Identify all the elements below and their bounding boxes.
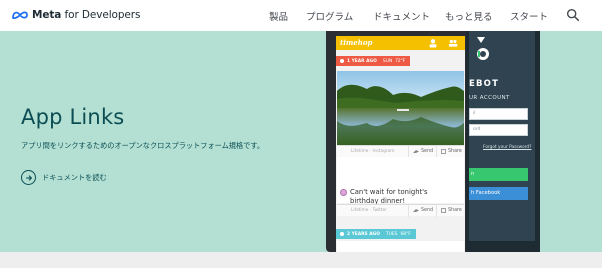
date-tag-age: 1 YEAR AGO bbox=[347, 58, 377, 64]
date-tag-1-year: 1 YEAR AGO SUN 72°F bbox=[336, 56, 411, 66]
read-docs-link[interactable]: ドキュメントを読む bbox=[21, 170, 107, 185]
page-title: App Links bbox=[21, 105, 125, 129]
phone-mockup-timehop: timehop 1 YEAR AGO SUN 72°F Lifetime · I… bbox=[326, 31, 475, 252]
share-button[interactable]: Share bbox=[436, 145, 464, 158]
facebook-login-button[interactable]: h Facebook bbox=[469, 187, 528, 200]
share-button[interactable]: Share bbox=[436, 204, 464, 217]
login-heading: UR ACCOUNT bbox=[469, 95, 510, 101]
bottom-band bbox=[0, 252, 602, 268]
date-tag-day: TUES bbox=[385, 231, 398, 237]
avatar bbox=[340, 189, 347, 196]
login-button[interactable]: n bbox=[469, 168, 528, 181]
send-button[interactable]: Send bbox=[408, 204, 436, 217]
login-app-title: EBOT bbox=[469, 79, 500, 89]
nav-item-products[interactable]: 製品 bbox=[269, 9, 288, 23]
share-label: Share bbox=[448, 149, 462, 154]
send-label: Send bbox=[421, 149, 434, 154]
meta-infinity-icon bbox=[12, 11, 28, 19]
send-icon bbox=[413, 150, 419, 153]
nav-item-more[interactable]: もっと見る bbox=[445, 9, 493, 23]
send-icon bbox=[413, 209, 419, 212]
top-nav: Meta for Developers 製品 プログラム ドキュメント もっと見… bbox=[0, 0, 602, 31]
share-icon bbox=[441, 208, 446, 213]
app-header-bar: timehop bbox=[336, 36, 465, 50]
arrow-right-icon bbox=[21, 170, 36, 185]
next-card bbox=[337, 241, 464, 252]
clock-icon bbox=[340, 232, 344, 236]
photo-caption: Lifetime · Instagram bbox=[351, 149, 395, 154]
app-name: timehop bbox=[340, 38, 373, 47]
user-icon bbox=[429, 39, 437, 48]
date-tag-age: 2 YEARS AGO bbox=[347, 231, 380, 237]
phone-mockup-login: EBOT UR ACCOUNT il ord Forgot your Passw… bbox=[466, 31, 540, 252]
email-field[interactable]: il bbox=[469, 108, 528, 120]
nav-item-programs[interactable]: プログラム bbox=[306, 9, 353, 23]
app-mark-icon bbox=[477, 37, 489, 60]
post-card-footer: Lifetime · Twitter Send Share bbox=[337, 204, 464, 217]
login-screen: EBOT UR ACCOUNT il ord Forgot your Passw… bbox=[469, 31, 535, 241]
forgot-password-link[interactable]: Forgot your Password? bbox=[483, 145, 531, 150]
date-tag-weather: 68°F bbox=[400, 231, 411, 237]
search-icon[interactable] bbox=[566, 8, 580, 22]
read-docs-label: ドキュメントを読む bbox=[42, 172, 107, 182]
hero-section: App Links アプリ間をリンクするためのオープンなクロスプラットフォーム規… bbox=[0, 31, 602, 252]
date-tag-day: SUN bbox=[382, 58, 393, 64]
clock-icon bbox=[340, 59, 344, 63]
nav-item-docs[interactable]: ドキュメント bbox=[373, 9, 430, 23]
photo-card-footer: Lifetime · Instagram Send Share bbox=[337, 145, 464, 158]
phone-screen: timehop 1 YEAR AGO SUN 72°F Lifetime · I… bbox=[336, 36, 465, 252]
password-field[interactable]: ord bbox=[469, 124, 528, 136]
share-label: Share bbox=[448, 208, 462, 213]
brand-name: Meta for Developers bbox=[32, 9, 141, 21]
lake-photo bbox=[337, 71, 464, 145]
post-caption: Lifetime · Twitter bbox=[351, 208, 387, 213]
meta-for-developers-logo[interactable]: Meta for Developers bbox=[11, 9, 140, 21]
share-icon bbox=[441, 149, 446, 154]
nav-item-get-started[interactable]: スタート bbox=[510, 9, 548, 23]
date-tag-2-years: 2 YEARS AGO TUES 68°F bbox=[336, 229, 416, 239]
hero-description: アプリ間をリンクするためのオープンなクロスプラットフォーム規格です。 bbox=[21, 141, 265, 150]
friends-icon bbox=[448, 39, 458, 47]
send-button[interactable]: Send bbox=[408, 145, 436, 158]
date-tag-weather: 72°F bbox=[395, 58, 406, 64]
send-label: Send bbox=[421, 208, 434, 213]
